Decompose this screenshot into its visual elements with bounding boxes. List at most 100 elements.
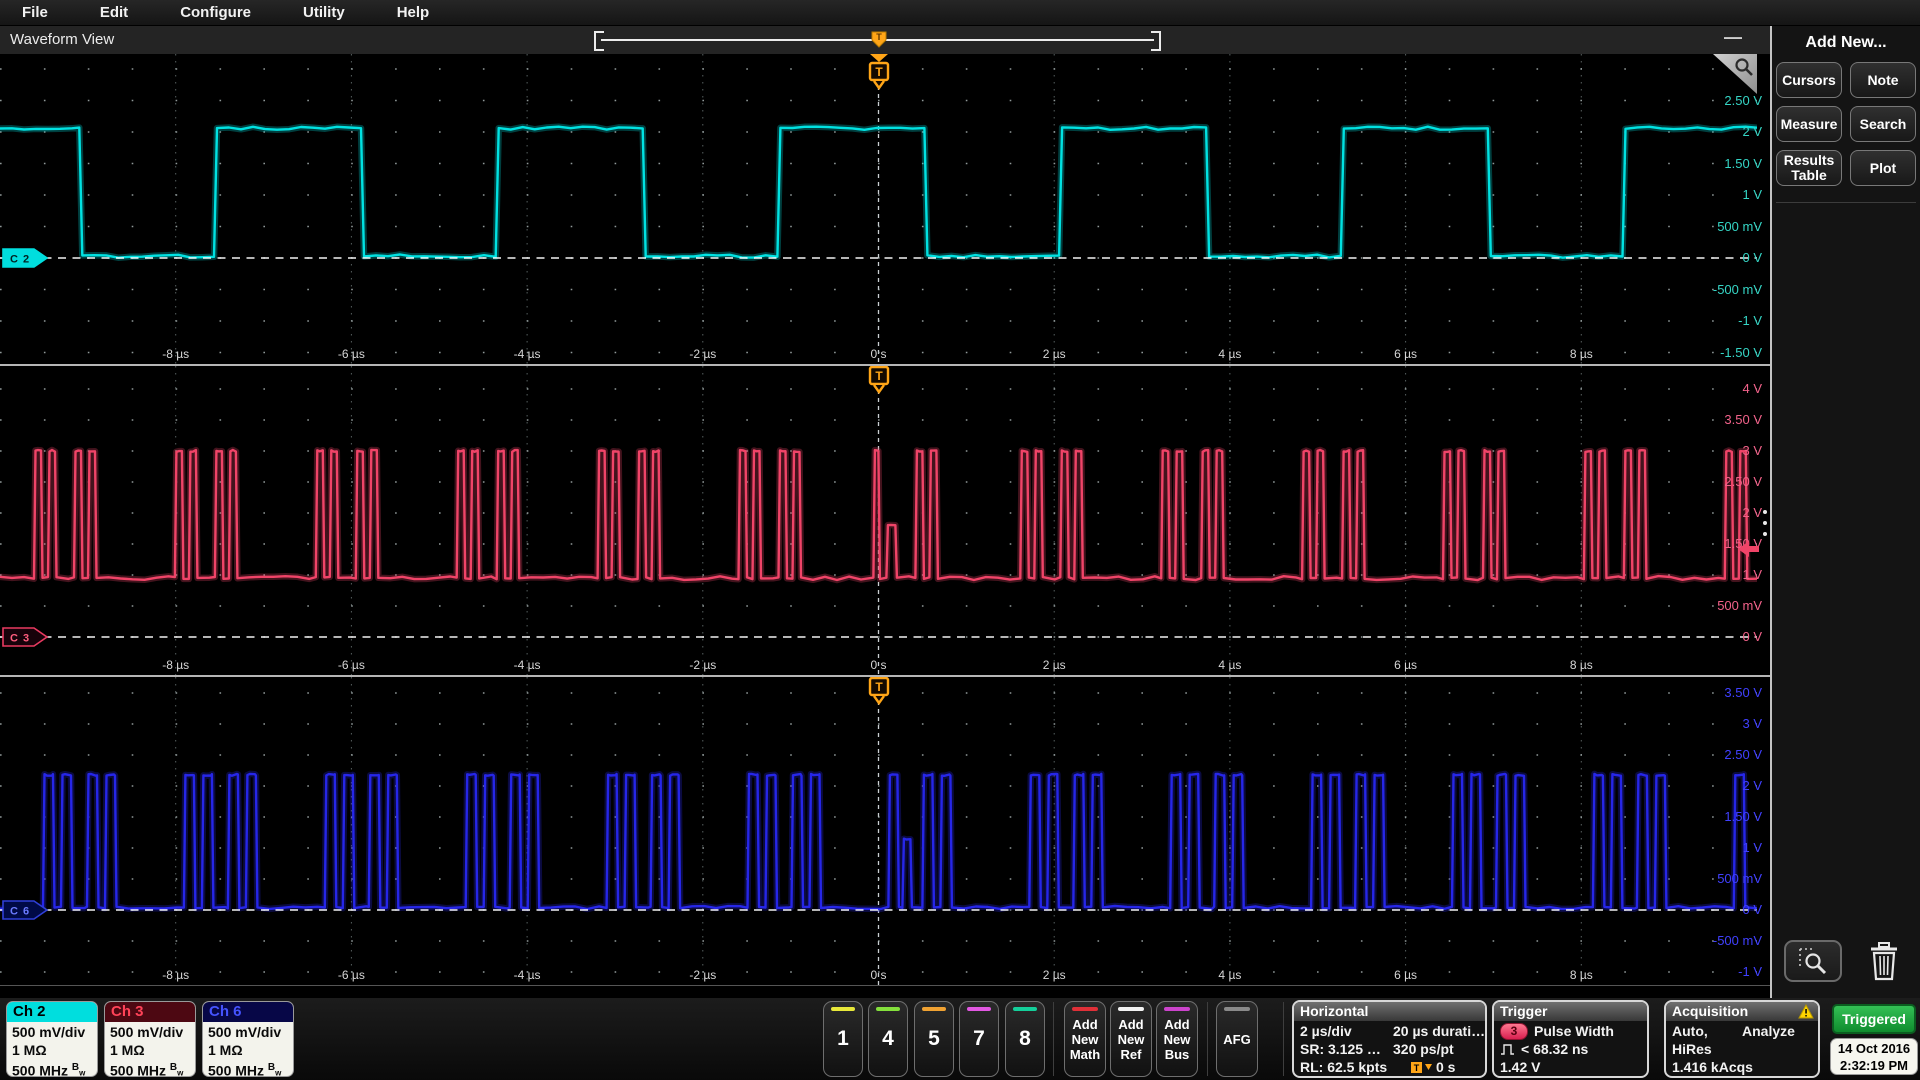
channel-badge-settings: 500 mV/div1 MΩ500 MHz Bw: [203, 1022, 293, 1077]
add-new-ref-button[interactable]: Add New Ref: [1110, 1001, 1152, 1077]
divider-grip-handle[interactable]: [1763, 510, 1767, 536]
waveform-view-titlebar: Waveform View T —: [0, 26, 1770, 54]
acquisition-settings[interactable]: AcquisitionAuto,AnalyzeHiRes1.416 kAcqs: [1664, 1000, 1820, 1078]
x-axis-label: -6 µs: [338, 968, 365, 982]
afg-button[interactable]: AFG: [1216, 1001, 1258, 1077]
channel-badge-settings: 500 mV/div1 MΩ500 MHz Bw: [105, 1022, 195, 1077]
x-axis-label: 6 µs: [1394, 658, 1417, 672]
results-table-button[interactable]: Results Table: [1776, 150, 1842, 186]
svg-text:C 3: C 3: [10, 633, 30, 645]
button-color-stripe: [1072, 1007, 1098, 1011]
trigger-settings[interactable]: Trigger3Pulse Width< 68.32 ns1.42 V: [1492, 1000, 1649, 1078]
channel-badge-settings: 500 mV/div1 MΩ500 MHz Bw: [7, 1022, 97, 1077]
trigger-condition: < 68.32 ns: [1521, 1041, 1588, 1057]
preview-trigger-marker[interactable]: T: [871, 31, 887, 49]
channel-badge-ch2[interactable]: Ch 2500 mV/div1 MΩ500 MHz Bw: [6, 1001, 98, 1077]
x-axis-label: 6 µs: [1394, 968, 1417, 982]
search-button[interactable]: Search: [1850, 106, 1916, 142]
channel-color-stripe: [876, 1007, 900, 1011]
y-axis-label: 500 mV: [1717, 598, 1762, 613]
waveform-plot: [0, 366, 1757, 675]
x-axis-label: -2 µs: [689, 658, 716, 672]
channel-button-8[interactable]: 8: [1005, 1001, 1045, 1077]
waveform-panel-ch3[interactable]: 4 V3.50 V3 V2.50 V2 V1.50 V1 V500 mV0 V-…: [0, 366, 1770, 677]
menu-item-help[interactable]: Help: [397, 4, 430, 21]
trigger-position-icon: T: [1410, 1061, 1434, 1074]
acquisition-mode: HiRes: [1672, 1041, 1712, 1057]
y-axis-label: 0 V: [1742, 902, 1762, 917]
channel-scale: 500 mV/div: [12, 1023, 97, 1041]
x-axis-label: -4 µs: [514, 658, 541, 672]
preview-left-bracket: [594, 31, 604, 51]
add-new-label: Add New Ref: [1118, 1017, 1145, 1062]
y-axis-label: 0 V: [1742, 250, 1762, 265]
channel-color-stripe: [922, 1007, 946, 1011]
channel-button-7[interactable]: 7: [959, 1001, 999, 1077]
channel-offset-marker-ch3[interactable]: C 3: [2, 627, 50, 647]
y-axis-label: 3 V: [1742, 716, 1762, 731]
horizontal-settings[interactable]: Horizontal2 µs/divSR: 3.125 …RL: 62.5 kp…: [1292, 1000, 1487, 1078]
channel-badge-ch3[interactable]: Ch 3500 mV/div1 MΩ500 MHz Bw: [104, 1001, 196, 1077]
y-axis-label: 500 mV: [1717, 871, 1762, 886]
channel-scale: 500 mV/div: [208, 1023, 293, 1041]
x-axis-label: 4 µs: [1218, 968, 1241, 982]
cursors-button[interactable]: Cursors: [1776, 62, 1842, 98]
trigger-level-arrow[interactable]: [1738, 540, 1760, 558]
channel-offset-marker-ch6[interactable]: C 6: [2, 900, 50, 920]
plot-button[interactable]: Plot: [1850, 150, 1916, 186]
waveform-panel-ch6[interactable]: 3.50 V3 V2.50 V2 V1.50 V1 V500 mV0 V-500…: [0, 677, 1770, 986]
trigger-position-marker[interactable]: T: [866, 54, 892, 94]
minimize-button[interactable]: —: [1724, 27, 1742, 48]
channel-button-label: 5: [928, 1027, 940, 1051]
channel-offset-marker-ch2[interactable]: C 2: [2, 248, 50, 268]
x-axis-label: 4 µs: [1218, 658, 1241, 672]
trigger-position-marker[interactable]: T: [866, 677, 892, 707]
channel-color-stripe: [831, 1007, 855, 1011]
channel-badge-title: Ch 6: [203, 1002, 293, 1022]
channel-badge-ch6[interactable]: Ch 6500 mV/div1 MΩ500 MHz Bw: [202, 1001, 294, 1077]
add-new-math-button[interactable]: Add New Math: [1064, 1001, 1106, 1077]
menu-item-edit[interactable]: Edit: [100, 4, 128, 21]
acquisition-count: 1.416 kAcqs: [1672, 1059, 1753, 1075]
channel-scale: 500 mV/div: [110, 1023, 195, 1041]
waveform-panels: 2.50 V2 V1.50 V1 V500 mV0 V-500 mV-1 V-1…: [0, 54, 1770, 986]
acquisition-analyze: Analyze: [1742, 1023, 1795, 1039]
channel-button-4[interactable]: 4: [868, 1001, 908, 1077]
add-new-bus-button[interactable]: Add New Bus: [1156, 1001, 1198, 1077]
menu-item-configure[interactable]: Configure: [180, 4, 251, 21]
date-text: 14 Oct 2016: [1831, 1040, 1917, 1057]
channel-color-stripe: [967, 1007, 991, 1011]
y-axis-label: 3.50 V: [1724, 685, 1762, 700]
y-axis-label: 2.50 V: [1724, 93, 1762, 108]
y-axis-label: -1 V: [1738, 964, 1762, 979]
channel-badge-title: Ch 2: [7, 1002, 97, 1022]
trigger-status-badge: Triggered: [1832, 1004, 1916, 1034]
waveform-panel-ch2[interactable]: 2.50 V2 V1.50 V1 V500 mV0 V-500 mV-1 V-1…: [0, 54, 1770, 366]
channel-bandwidth: 500 MHz Bw: [110, 1059, 195, 1077]
view-title: Waveform View: [10, 31, 114, 48]
measure-button[interactable]: Measure: [1776, 106, 1842, 142]
note-button[interactable]: Note: [1850, 62, 1916, 98]
svg-text:T: T: [876, 32, 882, 42]
button-color-stripe: [1118, 1007, 1144, 1011]
y-axis-label: -500 mV: [1713, 282, 1762, 297]
x-axis-label: -6 µs: [338, 658, 365, 672]
trigger-position-marker[interactable]: T: [866, 366, 892, 396]
trash-icon[interactable]: [1868, 942, 1900, 982]
trigger-level: 1.42 V: [1500, 1059, 1540, 1075]
zoom-mode-button[interactable]: [1784, 940, 1842, 982]
horizontal-value: SR: 3.125 …: [1300, 1041, 1381, 1057]
menu-item-utility[interactable]: Utility: [303, 4, 345, 21]
acquisition-preview-bar[interactable]: T: [594, 30, 1161, 50]
channel-button-1[interactable]: 1: [823, 1001, 863, 1077]
separator: [1207, 1002, 1208, 1076]
svg-text:T: T: [875, 680, 883, 694]
channel-button-5[interactable]: 5: [914, 1001, 954, 1077]
add-new-label: Add New Math: [1070, 1017, 1100, 1062]
menu-item-file[interactable]: File: [22, 4, 48, 21]
x-axis-label: 0 s: [870, 347, 886, 361]
horizontal-value: 320 ps/pt: [1393, 1041, 1454, 1057]
x-axis-label: -8 µs: [162, 968, 189, 982]
channel-impedance: 1 MΩ: [12, 1041, 97, 1059]
afg-label: AFG: [1223, 1032, 1250, 1047]
